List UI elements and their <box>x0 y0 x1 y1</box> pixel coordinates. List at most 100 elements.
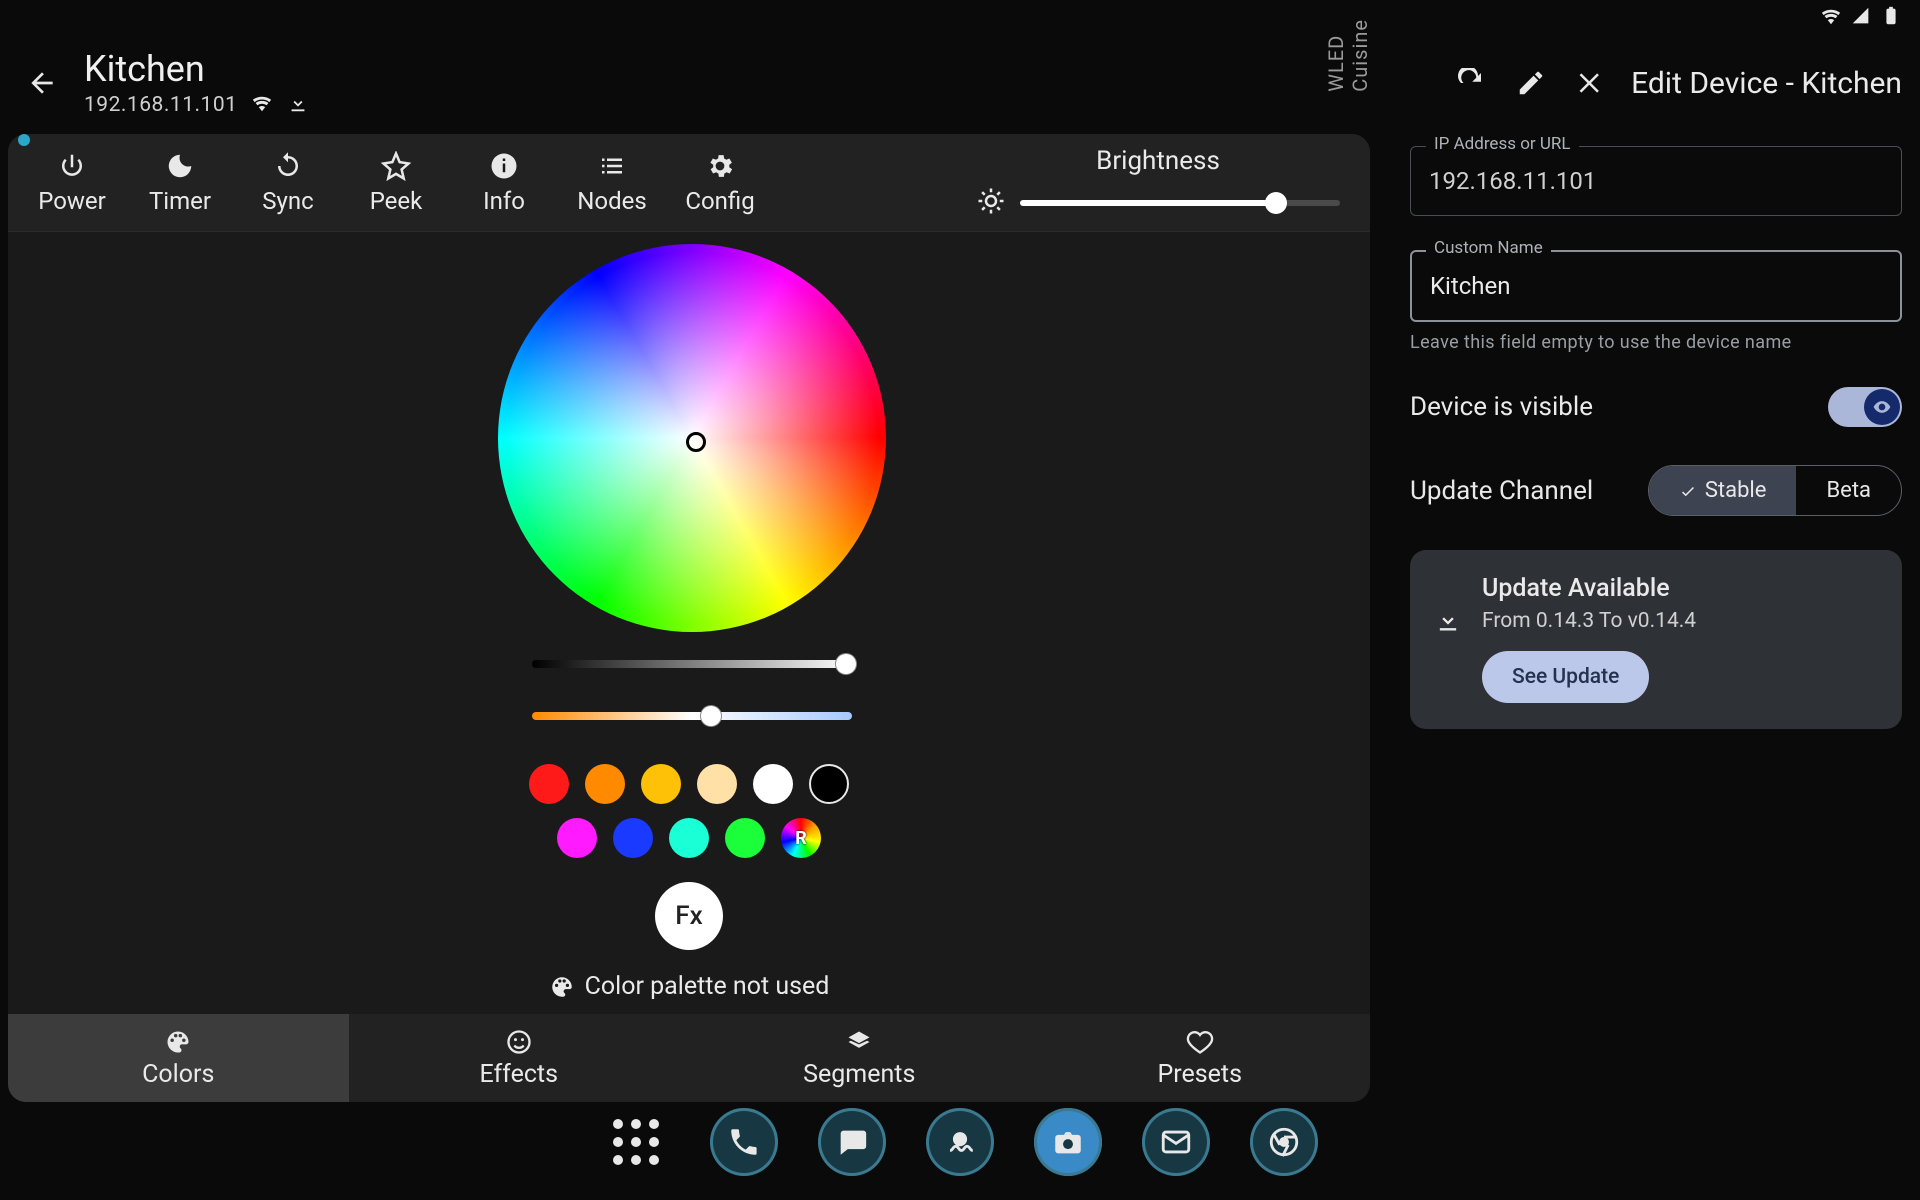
config-button[interactable]: Config <box>666 151 774 215</box>
brightness-block: Brightness <box>976 146 1370 220</box>
value-slider[interactable] <box>532 660 852 668</box>
phone-icon <box>727 1125 761 1159</box>
chat-icon <box>835 1125 869 1159</box>
main-panel: Power Timer Sync Peek Info Nodes Config Bright… <box>8 134 1370 1102</box>
see-update-button[interactable]: See Update <box>1482 651 1649 703</box>
sync-icon <box>273 151 303 181</box>
dock-mail[interactable] <box>1142 1108 1210 1176</box>
star-icon <box>381 151 411 181</box>
dock-octopus[interactable] <box>926 1108 994 1176</box>
update-subtitle: From 0.14.3 To v0.14.4 <box>1482 609 1696 633</box>
update-channel-label: Update Channel <box>1410 476 1593 506</box>
update-channel-row: Update Channel StableBeta <box>1410 465 1902 516</box>
status-dot <box>18 134 30 146</box>
color-swatch[interactable] <box>697 764 737 804</box>
update-title: Update Available <box>1482 574 1696 603</box>
custom-name-helper: Leave this field empty to use the device… <box>1410 332 1902 353</box>
brightness-icon <box>976 186 1006 220</box>
palette-note-text: Color palette not used <box>585 972 830 1001</box>
color-swatch[interactable] <box>613 818 653 858</box>
dock-camera[interactable] <box>1034 1108 1102 1176</box>
color-swatch[interactable] <box>641 764 681 804</box>
custom-name-label: Custom Name <box>1426 238 1551 258</box>
camera-icon <box>1051 1125 1085 1159</box>
heart-icon <box>1186 1028 1214 1056</box>
gear-icon <box>705 151 735 181</box>
color-swatch[interactable] <box>669 818 709 858</box>
custom-name-field: Custom Name Kitchen <box>1410 250 1902 322</box>
color-swatches: R <box>8 764 1370 858</box>
tab-presets[interactable]: Presets <box>1030 1014 1371 1102</box>
info-label: Info <box>483 187 525 215</box>
nodes-button[interactable]: Nodes <box>558 151 666 215</box>
device-visible-label: Device is visible <box>1410 392 1593 422</box>
signal-status-icon <box>1850 5 1872 31</box>
color-swatch[interactable] <box>529 764 569 804</box>
sync-button[interactable]: Sync <box>234 151 342 215</box>
custom-name-value[interactable]: Kitchen <box>1410 250 1902 322</box>
android-status-bar <box>0 0 1920 36</box>
power-button[interactable]: Power <box>18 151 126 215</box>
dock-messages[interactable] <box>818 1108 886 1176</box>
toolbar: Power Timer Sync Peek Info Nodes Config Bright… <box>8 134 1370 232</box>
tab-colors-label: Colors <box>142 1060 214 1089</box>
power-label: Power <box>38 187 106 215</box>
color-swatch-random[interactable]: R <box>781 818 821 858</box>
timer-label: Timer <box>149 187 211 215</box>
sync-label: Sync <box>262 187 313 215</box>
moon-icon <box>165 151 195 181</box>
download-icon <box>1434 606 1462 638</box>
peek-button[interactable]: Peek <box>342 151 450 215</box>
peek-label: Peek <box>370 187 423 215</box>
bottom-tabs: Colors Effects Segments Presets <box>8 1014 1370 1102</box>
palette-icon <box>164 1028 192 1056</box>
config-label: Config <box>685 187 754 215</box>
device-ip: 192.168.11.101 <box>84 93 237 117</box>
device-side-label: WLED Cuisine <box>1324 19 1372 92</box>
nodes-label: Nodes <box>577 187 646 215</box>
tab-effects-label: Effects <box>479 1060 558 1089</box>
smile-icon <box>505 1028 533 1056</box>
fx-button[interactable]: Fx <box>655 882 723 950</box>
tab-presets-label: Presets <box>1157 1060 1242 1089</box>
chrome-icon <box>1267 1125 1301 1159</box>
download-icon[interactable] <box>287 92 309 118</box>
color-swatch[interactable] <box>753 764 793 804</box>
device-title: Kitchen <box>84 48 309 90</box>
edit-button[interactable] <box>1511 63 1551 103</box>
brightness-slider[interactable] <box>1020 200 1340 206</box>
dock-apps[interactable] <box>602 1108 670 1176</box>
layers-icon <box>845 1028 873 1056</box>
eye-icon <box>1872 397 1892 417</box>
ip-field: IP Address or URL 192.168.11.101 <box>1410 146 1902 216</box>
dock-chrome[interactable] <box>1250 1108 1318 1176</box>
color-swatch[interactable] <box>809 764 849 804</box>
back-button[interactable] <box>18 59 66 107</box>
update-channel-selector[interactable]: StableBeta <box>1648 465 1902 516</box>
ip-field-label: IP Address or URL <box>1426 134 1579 154</box>
tab-effects[interactable]: Effects <box>349 1014 690 1102</box>
info-button[interactable]: Info <box>450 151 558 215</box>
device-visible-toggle[interactable] <box>1828 387 1902 427</box>
channel-option-beta[interactable]: Beta <box>1796 466 1901 515</box>
color-wheel-cursor[interactable] <box>686 432 706 452</box>
color-swatch[interactable] <box>585 764 625 804</box>
color-swatch[interactable] <box>557 818 597 858</box>
color-temp-slider[interactable] <box>532 712 852 720</box>
dock-phone[interactable] <box>710 1108 778 1176</box>
wifi-icon <box>251 92 273 118</box>
ip-field-value[interactable]: 192.168.11.101 <box>1410 146 1902 216</box>
palette-note: Color palette not used <box>8 972 1370 1001</box>
channel-option-stable[interactable]: Stable <box>1649 466 1797 515</box>
tab-colors[interactable]: Colors <box>8 1014 349 1102</box>
list-icon <box>597 151 627 181</box>
color-swatch[interactable] <box>725 818 765 858</box>
mail-icon <box>1159 1125 1193 1159</box>
close-button[interactable] <box>1571 63 1611 103</box>
apps-grid-icon <box>613 1119 659 1165</box>
refresh-button[interactable] <box>1451 63 1491 103</box>
tab-segments[interactable]: Segments <box>689 1014 1030 1102</box>
android-dock <box>0 1100 1920 1184</box>
battery-status-icon <box>1880 5 1902 31</box>
timer-button[interactable]: Timer <box>126 151 234 215</box>
